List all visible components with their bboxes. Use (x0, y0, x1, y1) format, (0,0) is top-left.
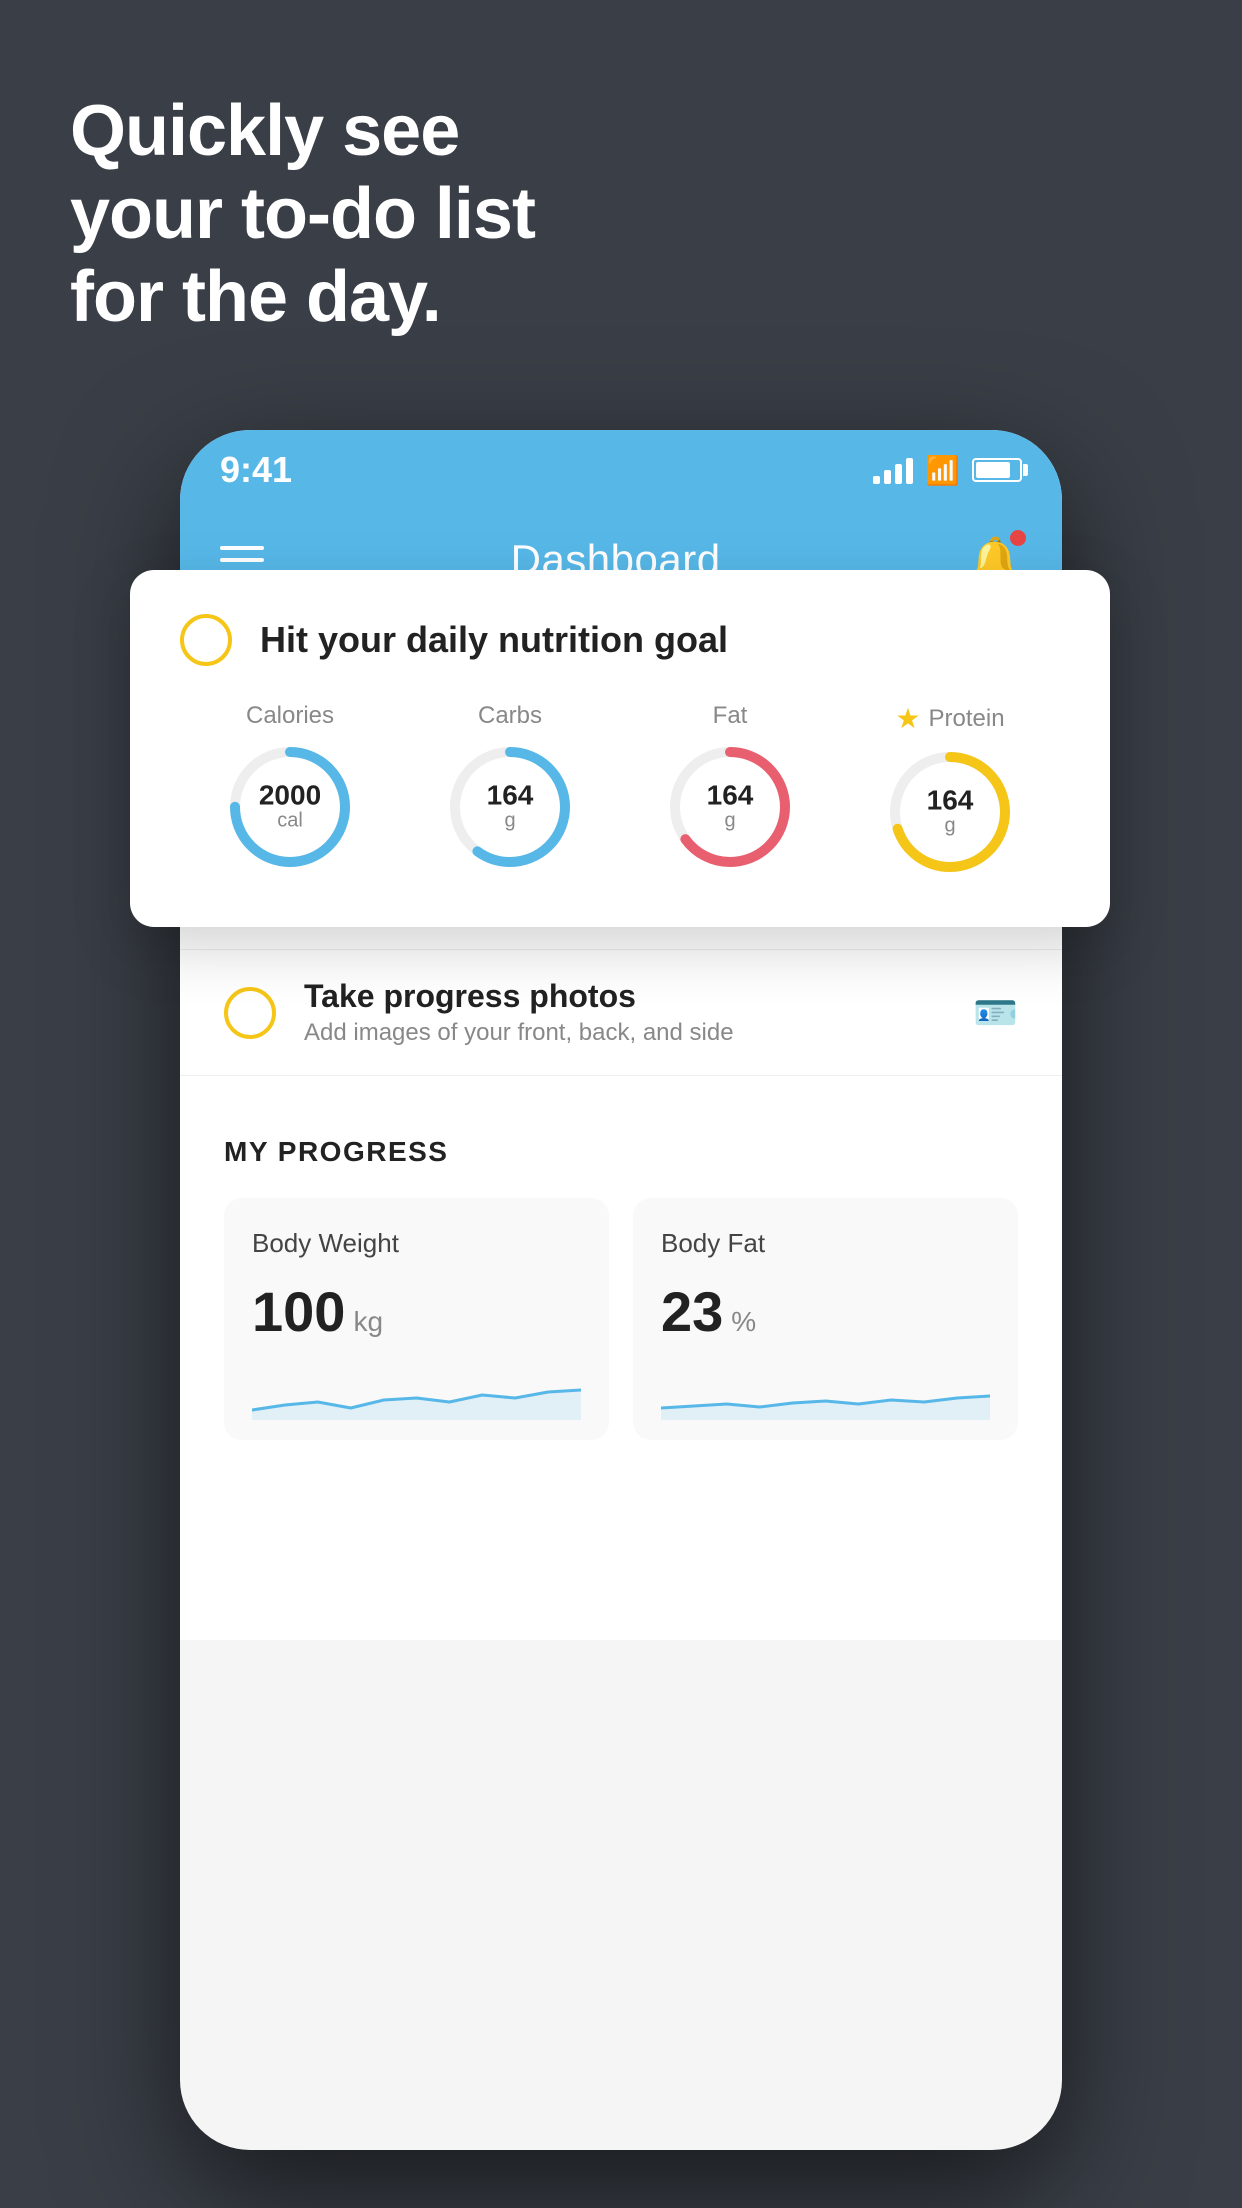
macro-fat-label: Fat (713, 702, 748, 730)
macro-protein-circle: 164 g (885, 747, 1015, 877)
signal-icon (873, 456, 913, 484)
wifi-icon: 📶 (925, 454, 960, 487)
body-weight-chart (252, 1360, 581, 1420)
todo-checkbox-photos[interactable] (224, 987, 276, 1039)
macro-calories: Calories 2000 cal (225, 702, 355, 872)
nutrition-header: Hit your daily nutrition goal (180, 614, 1060, 666)
notification-dot (1010, 530, 1026, 546)
todo-name-photos: Take progress photos (304, 978, 945, 1015)
macro-protein: ★ Protein 164 g (885, 702, 1015, 877)
body-weight-value: 100 (252, 1279, 345, 1344)
photo-icon: 🪪 (973, 992, 1018, 1034)
macro-carbs-circle: 164 g (445, 742, 575, 872)
status-icons: 📶 (873, 454, 1022, 487)
hero-text: Quickly see your to-do list for the day. (70, 90, 535, 338)
macro-fat: Fat 164 g (665, 702, 795, 872)
body-weight-unit: kg (353, 1306, 383, 1338)
body-fat-value: 23 (661, 1279, 723, 1344)
hero-line2: your to-do list (70, 173, 535, 256)
macro-fat-circle: 164 g (665, 742, 795, 872)
progress-title: MY PROGRESS (224, 1136, 1018, 1168)
macro-calories-circle: 2000 cal (225, 742, 355, 872)
macro-carbs: Carbs 164 g (445, 702, 575, 872)
protein-star-icon: ★ (895, 702, 920, 735)
status-time: 9:41 (220, 449, 292, 491)
phone-bottom (180, 1440, 1062, 1640)
body-fat-unit: % (731, 1306, 756, 1338)
body-weight-card: Body Weight 100 kg (224, 1198, 609, 1440)
body-weight-title: Body Weight (252, 1228, 581, 1259)
body-fat-title: Body Fat (661, 1228, 990, 1259)
macro-calories-label: Calories (246, 702, 334, 730)
macro-carbs-label: Carbs (478, 702, 542, 730)
hero-line3: for the day. (70, 256, 535, 339)
nutrition-card: Hit your daily nutrition goal Calories 2… (130, 570, 1110, 927)
nutrition-checkbox[interactable] (180, 614, 232, 666)
todo-sub-photos: Add images of your front, back, and side (304, 1019, 945, 1047)
hero-line1: Quickly see (70, 90, 535, 173)
todo-item-photos[interactable]: Take progress photos Add images of your … (180, 950, 1062, 1076)
nutrition-title: Hit your daily nutrition goal (260, 619, 728, 661)
macro-row: Calories 2000 cal Carbs (180, 702, 1060, 877)
body-fat-chart (661, 1360, 990, 1420)
progress-cards: Body Weight 100 kg Body Fat (224, 1198, 1018, 1440)
body-fat-card: Body Fat 23 % (633, 1198, 1018, 1440)
macro-protein-label: Protein (929, 705, 1005, 733)
progress-section: MY PROGRESS Body Weight 100 kg (180, 1096, 1062, 1440)
status-bar: 9:41 📶 (180, 430, 1062, 510)
battery-icon (972, 458, 1022, 482)
